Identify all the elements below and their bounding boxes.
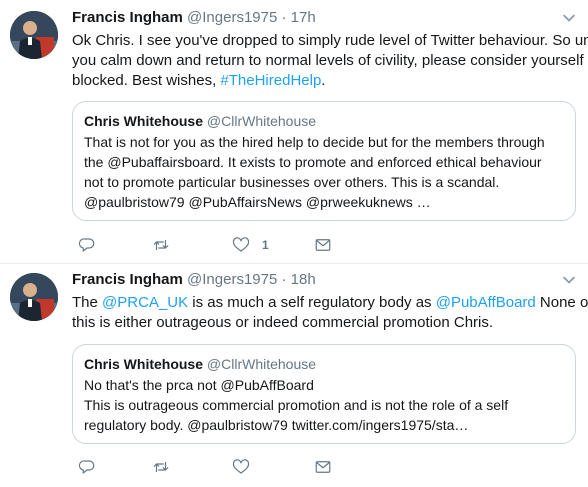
- quoted-tweet-header: Chris Whitehouse @CllrWhitehouse: [84, 355, 564, 374]
- tweet-actions: 1: [72, 234, 372, 256]
- tweet-text-segment: The: [72, 294, 103, 311]
- author-handle[interactable]: @Ingers1975: [187, 9, 277, 26]
- tweet-text-segment: you calm down and return to normal level…: [72, 52, 584, 69]
- envelope-icon: [314, 458, 332, 476]
- tweet-text-line: The @PRCA_UK is as much a self regulator…: [72, 293, 588, 313]
- tweet[interactable]: Francis Ingham @Ingers1975 · 18h The @PR…: [0, 264, 588, 487]
- author-handle[interactable]: @Ingers1975: [187, 271, 277, 288]
- tweet-text-line: you calm down and return to normal level…: [72, 51, 584, 71]
- quoted-author-handle: @CllrWhitehouse: [206, 113, 317, 129]
- separator-dot: ·: [281, 271, 287, 288]
- separator-dot: ·: [281, 9, 287, 26]
- hashtag-link[interactable]: #TheHiredHelp: [220, 72, 321, 89]
- quoted-text-line: No that's the prca not @PubAffBoard: [84, 377, 314, 393]
- tweet-text-segment: .: [321, 72, 326, 89]
- like-count: 1: [262, 238, 269, 252]
- tweet-text-segment: this is either outrageous or indeed comm…: [72, 314, 494, 331]
- tweet-text-segment: Ok Chris. I see you've dropped to simply…: [72, 32, 588, 49]
- quoted-author-name: Chris Whitehouse: [84, 113, 204, 129]
- quoted-text-line: not to promote particular businesses ove…: [84, 174, 500, 190]
- reply-icon: [78, 236, 96, 254]
- envelope-icon: [314, 236, 332, 254]
- like-button[interactable]: 1: [232, 234, 269, 256]
- retweet-icon: [152, 236, 170, 254]
- tweet-text: Ok Chris. I see you've dropped to simply…: [72, 31, 588, 91]
- retweet-button[interactable]: [152, 234, 182, 256]
- chevron-down-icon[interactable]: [562, 11, 576, 25]
- heart-icon: [232, 458, 250, 476]
- quoted-text-line: This is outrageous commercial promotion …: [84, 397, 509, 413]
- quoted-tweet[interactable]: Chris Whitehouse @CllrWhitehouse No that…: [72, 344, 576, 444]
- direct-message-button[interactable]: [314, 234, 332, 256]
- quoted-text-line: the @Pubaffairsboard. It exists to promo…: [84, 154, 542, 170]
- tweet-header: Francis Ingham @Ingers1975 · 17h: [72, 8, 316, 28]
- tweet-text-line: blocked. Best wishes, #TheHiredHelp.: [72, 71, 578, 91]
- quoted-tweet-text: That is not for you as the hired help to…: [84, 132, 564, 212]
- quoted-tweet[interactable]: Chris Whitehouse @CllrWhitehouse That is…: [72, 101, 576, 221]
- quoted-tweet-header: Chris Whitehouse @CllrWhitehouse: [84, 112, 564, 131]
- tweet-header: Francis Ingham @Ingers1975 · 18h: [72, 270, 316, 290]
- like-button[interactable]: [232, 456, 262, 478]
- retweet-button[interactable]: [152, 456, 182, 478]
- mention-link[interactable]: @PubAffBoard: [436, 294, 536, 311]
- quoted-text-line: regulatory body. @paulbristow79 twitter.…: [84, 417, 469, 433]
- mention-link[interactable]: @PRCA_UK: [102, 294, 188, 311]
- quoted-tweet-text: No that's the prca not @PubAffBoard This…: [84, 375, 564, 435]
- quoted-author-name: Chris Whitehouse: [84, 356, 204, 372]
- tweet-text-segment: None of: [535, 294, 588, 311]
- timestamp[interactable]: 18h: [291, 271, 316, 288]
- heart-icon: [232, 236, 250, 254]
- quoted-text-line: @paulbristow79 @PubAffairsNews @prweekuk…: [84, 194, 431, 210]
- tweet-text-segment: is as much a self regulatory body as: [188, 294, 436, 311]
- tweet-text-line: Ok Chris. I see you've dropped to simply…: [72, 31, 588, 51]
- chevron-down-icon[interactable]: [562, 273, 576, 287]
- author-name[interactable]: Francis Ingham: [72, 271, 183, 288]
- reply-button[interactable]: [78, 234, 108, 256]
- timestamp[interactable]: 17h: [291, 9, 316, 26]
- reply-button[interactable]: [78, 456, 108, 478]
- retweet-icon: [152, 458, 170, 476]
- avatar[interactable]: [10, 273, 58, 321]
- avatar[interactable]: [10, 11, 58, 59]
- tweet-text: The @PRCA_UK is as much a self regulator…: [72, 293, 588, 333]
- author-name[interactable]: Francis Ingham: [72, 9, 183, 26]
- tweet-text-segment: blocked. Best wishes,: [72, 72, 221, 89]
- reply-icon: [78, 458, 96, 476]
- tweet-text-line: this is either outrageous or indeed comm…: [72, 313, 578, 333]
- tweet[interactable]: Francis Ingham @Ingers1975 · 17h Ok Chri…: [0, 0, 588, 264]
- quoted-author-handle: @CllrWhitehouse: [206, 356, 317, 372]
- quoted-text-line: That is not for you as the hired help to…: [84, 134, 545, 150]
- tweet-feed: Francis Ingham @Ingers1975 · 17h Ok Chri…: [0, 0, 588, 487]
- direct-message-button[interactable]: [314, 456, 332, 478]
- tweet-actions: [72, 456, 372, 478]
